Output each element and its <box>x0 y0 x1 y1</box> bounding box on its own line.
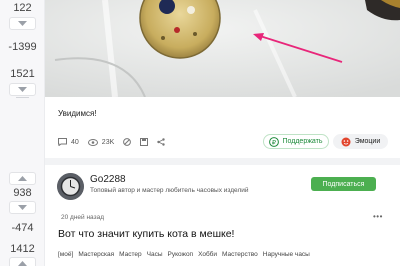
negative-votes: -1399 <box>8 41 37 53</box>
upvote-button[interactable] <box>9 172 36 185</box>
post-time: 20 дней назад <box>61 214 104 221</box>
share-button[interactable] <box>157 138 165 146</box>
subscribe-button[interactable]: Подписаться <box>311 177 376 191</box>
ruble-icon: ₽ <box>269 136 280 147</box>
rating-value: 938 <box>13 187 32 199</box>
tag-item[interactable]: Мастерство <box>222 251 258 258</box>
arrow-down-icon <box>18 87 27 92</box>
eye-icon <box>87 138 98 146</box>
share-icon <box>157 138 165 146</box>
feed-content: Увидимся! 40 23K ₽ Поддержать Эмоции Go2… <box>45 0 400 266</box>
arrow-up-icon <box>18 176 27 181</box>
tag-item[interactable]: Мастер <box>119 251 142 258</box>
comments-count[interactable]: 40 <box>58 138 79 146</box>
arrow-down-icon <box>18 205 27 210</box>
negative-votes: -474 <box>11 222 34 234</box>
post-stats-bar: 40 23K <box>58 136 174 148</box>
watch-in-bag-photo <box>45 0 400 97</box>
emotion-icon <box>341 137 351 146</box>
tag-item[interactable]: Рукожоп <box>168 251 194 258</box>
comments-value: 40 <box>71 138 79 146</box>
author-bio: Топовый автор и мастер любитель часовых … <box>90 187 249 194</box>
tag-item[interactable]: [моё] <box>58 251 73 258</box>
arrow-down-icon <box>18 21 27 26</box>
downvote-button[interactable] <box>9 83 36 96</box>
block-icon <box>123 138 132 146</box>
rating-value: 122 <box>13 2 32 14</box>
more-options-icon[interactable]: ••• <box>373 212 383 221</box>
tag-item[interactable]: Хобби <box>198 251 217 258</box>
tag-item[interactable]: Мастерская <box>78 251 114 258</box>
tag-list: [моё] Мастерская Мастер Часы Рукожоп Хоб… <box>58 251 315 258</box>
post-photo[interactable] <box>45 0 400 97</box>
post-card: Go2288 Топовый автор и мастер любитель ч… <box>45 165 400 266</box>
upvote-button[interactable] <box>9 257 36 266</box>
emotions-button[interactable]: Эмоции <box>333 134 388 149</box>
downvote-button[interactable] <box>9 17 36 30</box>
support-button[interactable]: ₽ Поддержать <box>263 134 329 149</box>
tag-item[interactable]: Часы <box>147 251 163 258</box>
author-avatar[interactable] <box>57 173 84 200</box>
author-name[interactable]: Go2288 <box>90 174 126 185</box>
hide-button[interactable] <box>123 138 132 146</box>
vote-column: 122 -1399 1521 938 -474 1412 <box>0 0 45 266</box>
post-card: Увидимся! 40 23K ₽ Поддержать Эмоции <box>45 0 400 158</box>
arrow-up-icon <box>18 261 27 266</box>
downvote-button[interactable] <box>9 201 36 214</box>
save-icon <box>140 138 149 146</box>
feed-page: 122 -1399 1521 938 -474 1412 Увидимся! 4… <box>0 0 400 266</box>
views-count: 23K <box>87 138 115 146</box>
tag-item[interactable]: Наручные часы <box>263 251 310 258</box>
post-caption: Увидимся! <box>58 109 97 118</box>
comment-icon <box>58 138 67 146</box>
save-button[interactable] <box>140 138 149 146</box>
post1-vote-block: 122 -1399 1521 <box>0 2 45 96</box>
post-title[interactable]: Вот что значит купить кота в мешке! <box>58 228 234 240</box>
svg-text:₽: ₽ <box>272 138 276 146</box>
divider <box>16 97 29 98</box>
views-value: 23K <box>101 138 115 146</box>
post2-vote-block: 938 -474 1412 <box>0 172 45 266</box>
support-label: Поддержать <box>282 138 323 145</box>
positive-votes: 1521 <box>10 68 35 80</box>
emotions-label: Эмоции <box>354 138 381 145</box>
watch-avatar-image <box>57 173 84 200</box>
positive-votes: 1412 <box>10 243 35 255</box>
